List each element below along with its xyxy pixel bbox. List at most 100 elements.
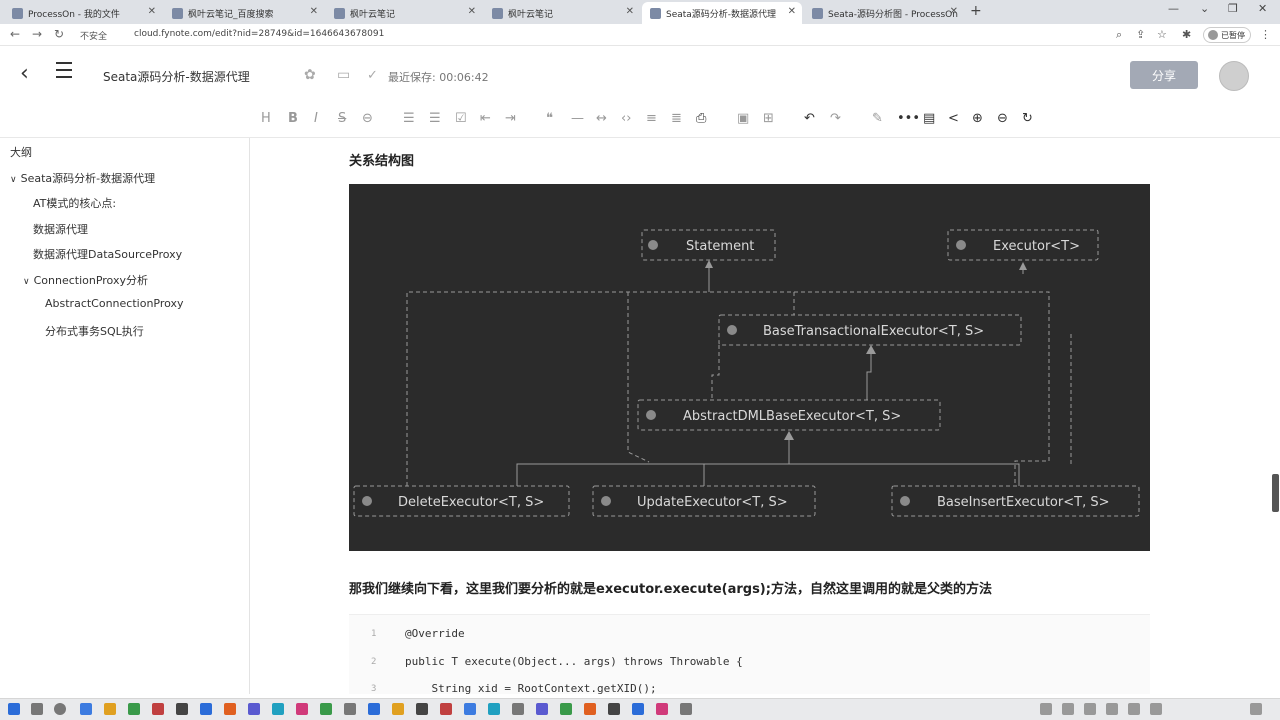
- taskbar-app-icon[interactable]: [440, 703, 452, 715]
- taskbar-app-icon[interactable]: [272, 703, 284, 715]
- taskbar-app-icon[interactable]: [656, 703, 668, 715]
- zoom-out-icon[interactable]: ⊖: [997, 111, 1008, 126]
- close-icon[interactable]: ✕: [310, 6, 318, 17]
- taskbar-app-icon[interactable]: [320, 703, 332, 715]
- taskbar-app-icon[interactable]: [608, 703, 620, 715]
- outdent-icon[interactable]: ⇤: [480, 111, 491, 126]
- browser-tab[interactable]: 枫叶云笔记_百度搜索 ✕: [164, 2, 324, 24]
- tray-icon[interactable]: [1040, 703, 1052, 715]
- refresh-icon[interactable]: ↻: [1022, 111, 1033, 126]
- note-icon[interactable]: ▤: [923, 111, 935, 126]
- taskbar-app-icon[interactable]: [224, 703, 236, 715]
- notification-icon[interactable]: [1250, 703, 1262, 715]
- taskbar-app-icon[interactable]: [152, 703, 164, 715]
- forward-arrow-icon[interactable]: →: [32, 27, 42, 41]
- browser-tab[interactable]: 枫叶云笔记 ✕: [484, 2, 640, 24]
- taskbar-app-icon[interactable]: [368, 703, 380, 715]
- taskbar-app-icon[interactable]: [512, 703, 524, 715]
- taskbar-app-icon[interactable]: [560, 703, 572, 715]
- zoom-search-icon[interactable]: ⌕: [1116, 28, 1122, 42]
- chevron-down-icon[interactable]: ∨: [10, 175, 17, 185]
- code-block-icon[interactable]: ‹›: [621, 111, 631, 126]
- undo-icon[interactable]: ↶: [804, 111, 815, 126]
- taskbar-app-icon[interactable]: [464, 703, 476, 715]
- outline-item[interactable]: AT模式的核心点:: [33, 195, 116, 211]
- hamburger-menu-icon[interactable]: [56, 62, 72, 83]
- link-icon[interactable]: ⊖: [362, 111, 373, 126]
- start-icon[interactable]: [8, 703, 20, 715]
- url-field[interactable]: cloud.fynote.com/edit?nid=28749&id=16466…: [134, 29, 384, 39]
- taskbar-app-icon[interactable]: [632, 703, 644, 715]
- table-icon[interactable]: ⊞: [763, 111, 774, 126]
- reload-icon[interactable]: ↻: [54, 27, 64, 41]
- quote-icon[interactable]: ❝: [546, 111, 553, 126]
- pen-icon[interactable]: ✎: [872, 111, 883, 126]
- close-icon[interactable]: ✕: [148, 6, 156, 17]
- avatar[interactable]: [1219, 61, 1249, 91]
- ordered-list-icon[interactable]: ☰: [429, 111, 441, 126]
- bullet-list-icon[interactable]: ☰: [403, 111, 415, 126]
- task-view-icon[interactable]: [54, 703, 66, 715]
- collapse-icon[interactable]: ⌄: [1200, 2, 1209, 15]
- print-icon[interactable]: ⎙: [696, 111, 706, 126]
- strikethrough-icon[interactable]: S: [338, 111, 346, 126]
- bold-icon[interactable]: B: [288, 111, 298, 126]
- taskbar-app-icon[interactable]: [536, 703, 548, 715]
- outline-item[interactable]: 数据源代理: [33, 221, 88, 237]
- taskbar-app-icon[interactable]: [416, 703, 428, 715]
- share-button[interactable]: 分享: [1130, 61, 1198, 89]
- taskbar-app-icon[interactable]: [584, 703, 596, 715]
- image-icon[interactable]: ▣: [737, 111, 749, 126]
- format-icon[interactable]: ≣: [671, 111, 682, 126]
- editor-content[interactable]: 关系结构图 Statement Executor<T> BaseTransact…: [251, 138, 1280, 695]
- browser-tab[interactable]: ProcessOn - 我的文件 ✕: [4, 2, 162, 24]
- outline-item[interactable]: AbstractConnectionProxy: [45, 297, 184, 310]
- chevron-down-icon[interactable]: ∨: [23, 277, 30, 287]
- close-icon[interactable]: ✕: [950, 6, 958, 17]
- taskbar-app-icon[interactable]: [80, 703, 92, 715]
- tray-icon[interactable]: [1150, 703, 1162, 715]
- taskbar-app-icon[interactable]: [176, 703, 188, 715]
- redo-icon[interactable]: ↷: [830, 111, 841, 126]
- heading-icon[interactable]: H: [261, 111, 271, 126]
- back-chevron-icon[interactable]: ‹: [20, 61, 29, 86]
- taskbar-app-icon[interactable]: [392, 703, 404, 715]
- taskbar-app-icon[interactable]: [344, 703, 356, 715]
- code-inline-icon[interactable]: ↔: [596, 111, 607, 126]
- restore-icon[interactable]: ❐: [1228, 2, 1238, 15]
- close-icon[interactable]: ✕: [626, 6, 634, 17]
- back-arrow-icon[interactable]: ←: [10, 27, 20, 41]
- document-title[interactable]: Seata源码分析-数据源代理: [103, 68, 250, 85]
- align-icon[interactable]: ≡: [646, 111, 657, 126]
- taskbar-app-icon[interactable]: [680, 703, 692, 715]
- favorite-icon[interactable]: ✿: [304, 67, 316, 83]
- minimize-icon[interactable]: —: [1168, 2, 1179, 15]
- tray-icon[interactable]: [1084, 703, 1096, 715]
- outline-item[interactable]: 分布式事务SQL执行: [45, 323, 144, 339]
- window-close-icon[interactable]: ✕: [1258, 2, 1267, 15]
- indent-icon[interactable]: ⇥: [505, 111, 516, 126]
- search-icon[interactable]: [31, 703, 43, 715]
- divider-icon[interactable]: —: [571, 111, 584, 126]
- code-block[interactable]: 1 @Override 2 public T execute(Object...…: [349, 614, 1150, 695]
- close-icon[interactable]: ✕: [788, 6, 796, 17]
- tray-icon[interactable]: [1128, 703, 1140, 715]
- share-page-icon[interactable]: ⇪: [1136, 28, 1145, 41]
- tray-icon[interactable]: [1106, 703, 1118, 715]
- outline-item[interactable]: 数据源代理DataSourceProxy: [33, 246, 182, 262]
- tray-icon[interactable]: [1062, 703, 1074, 715]
- profile-paused-button[interactable]: 已暂停: [1203, 27, 1251, 43]
- taskbar-app-icon[interactable]: [104, 703, 116, 715]
- outline-item[interactable]: ∨ ConnectionProxy分析: [23, 272, 148, 288]
- browser-tab[interactable]: 枫叶云笔记 ✕: [326, 2, 482, 24]
- outline-item[interactable]: ∨ Seata源码分析-数据源代理: [10, 170, 155, 186]
- checklist-icon[interactable]: ☑: [455, 111, 467, 126]
- extensions-icon[interactable]: ✱: [1182, 28, 1191, 41]
- browser-tab-active[interactable]: Seata源码分析-数据源代理 ✕: [642, 2, 802, 24]
- taskbar-app-icon[interactable]: [296, 703, 308, 715]
- share-node-icon[interactable]: <: [948, 111, 959, 126]
- bookmark-star-icon[interactable]: ☆: [1157, 28, 1167, 41]
- folder-icon[interactable]: ▭: [337, 67, 350, 83]
- side-scroll-handle[interactable]: [1272, 474, 1279, 512]
- browser-menu-icon[interactable]: ⋮: [1260, 28, 1271, 41]
